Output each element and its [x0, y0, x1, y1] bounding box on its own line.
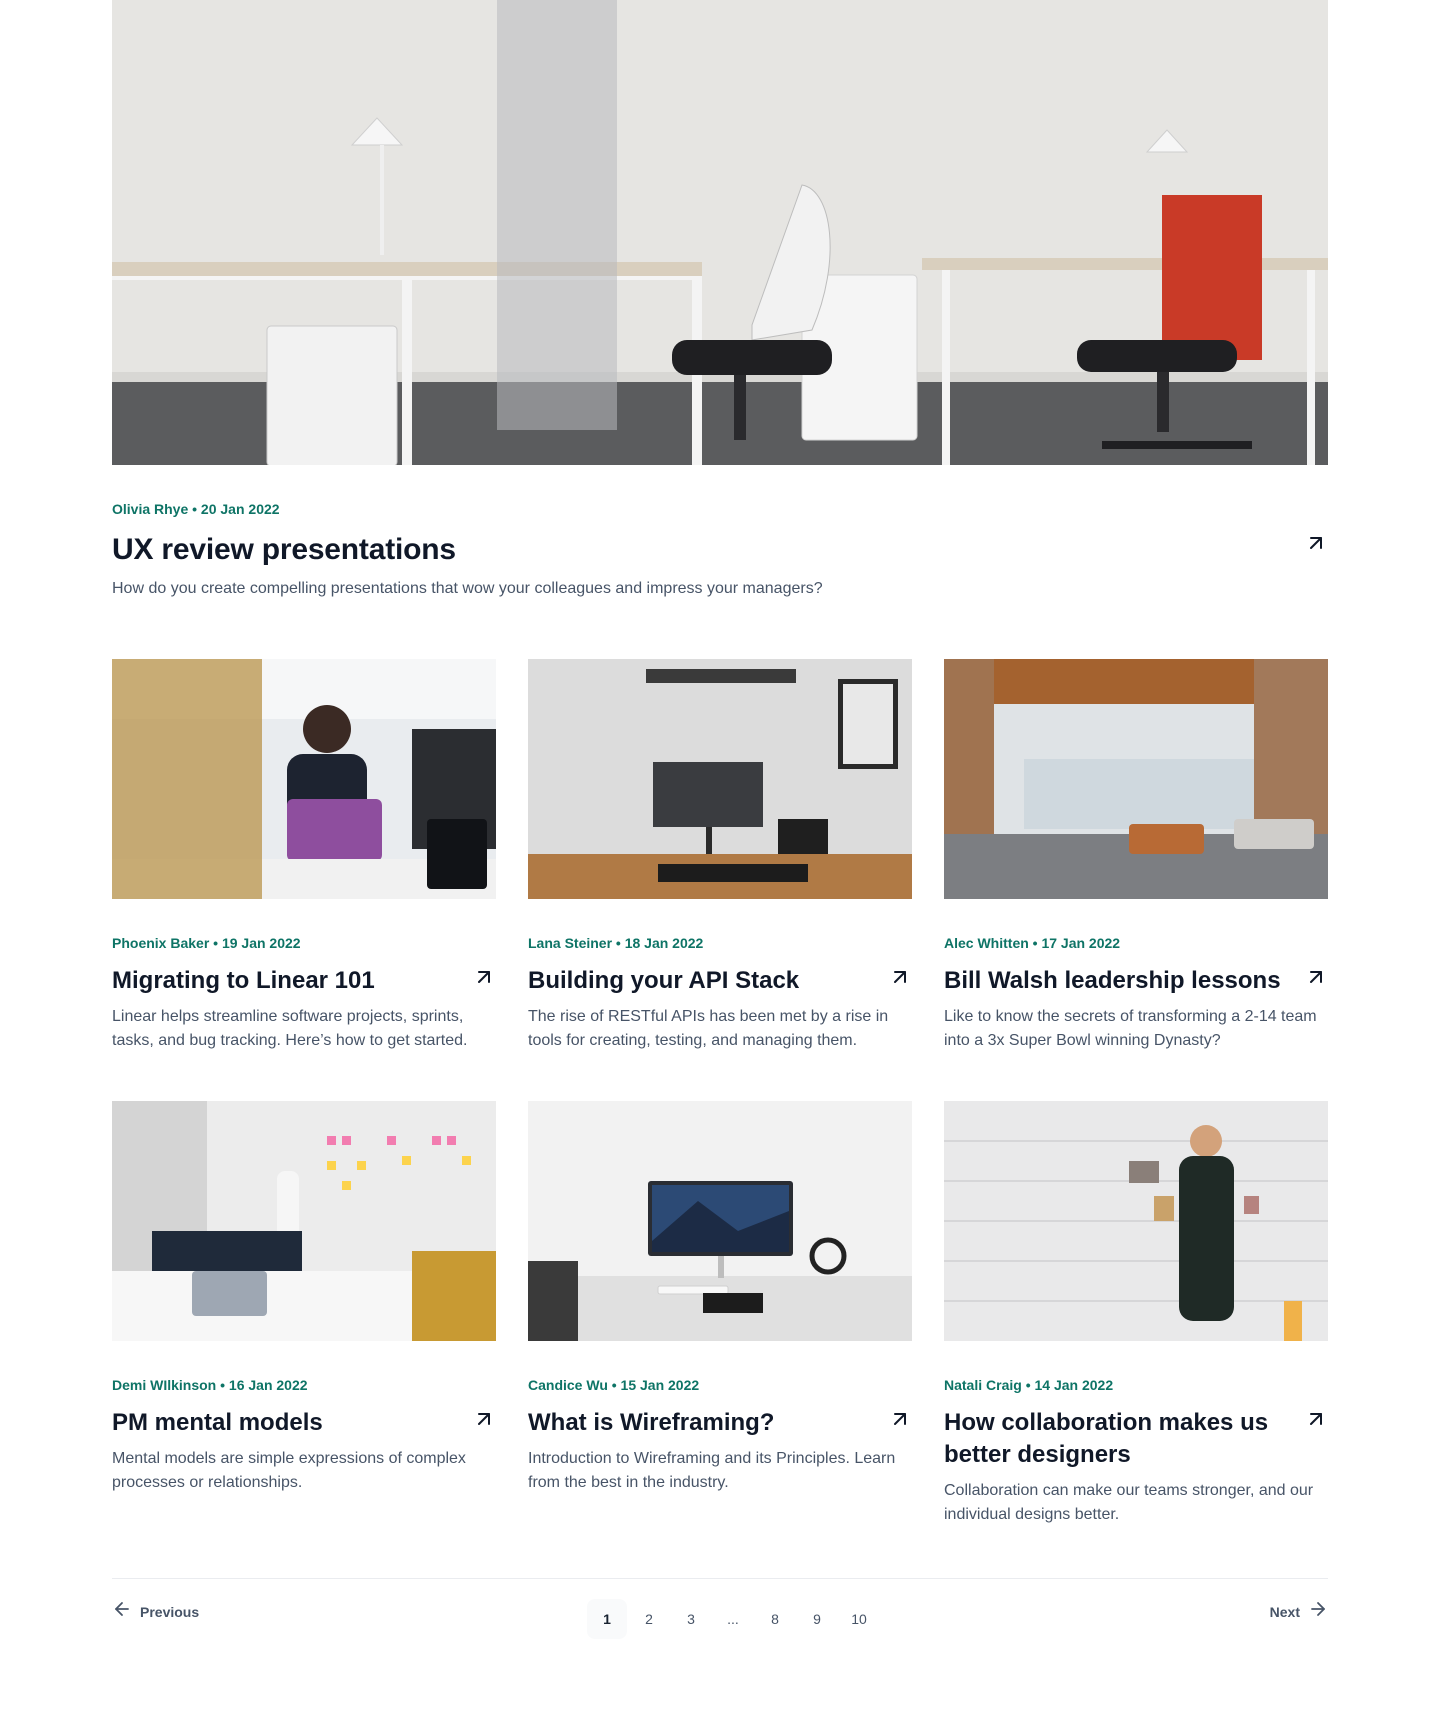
post-description: Introduction to Wireframing and its Prin…: [528, 1450, 896, 1491]
post-card-image[interactable]: [112, 659, 496, 899]
next-label: Next: [1269, 1603, 1300, 1620]
post-card-image[interactable]: [944, 659, 1328, 899]
post-meta: Phoenix Baker • 19 Jan 2022: [112, 935, 301, 951]
previous-button[interactable]: Previous: [112, 1599, 199, 1624]
featured-post-description: How do you create compelling presentatio…: [112, 580, 823, 597]
post-description: Mental models are simple expressions of …: [112, 1450, 466, 1491]
page-2[interactable]: 2: [629, 1599, 669, 1639]
post-title[interactable]: PM mental models: [112, 1407, 323, 1439]
post-title[interactable]: Migrating to Linear 101: [112, 965, 375, 997]
post-card-image[interactable]: [528, 1101, 912, 1341]
post-header: PM mental models: [112, 1407, 496, 1439]
featured-post-meta: Olivia Rhye • 20 Jan 2022: [112, 501, 280, 517]
post-title[interactable]: Bill Walsh leadership lessons: [944, 965, 1281, 997]
arrow-up-right-icon[interactable]: [1304, 531, 1328, 555]
arrow-up-right-icon[interactable]: [1304, 965, 1328, 989]
post-meta: Natali Craig • 14 Jan 2022: [944, 1377, 1114, 1393]
post-grid: Phoenix Baker • 19 Jan 2022 Migrating to…: [112, 659, 1328, 1527]
next-button[interactable]: Next: [1270, 1599, 1328, 1624]
post-card-image[interactable]: [528, 659, 912, 899]
page-8[interactable]: 8: [755, 1599, 795, 1639]
post-meta: Alec Whitten • 17 Jan 2022: [944, 935, 1121, 951]
arrow-left-icon: [112, 1599, 132, 1624]
post-header: What is Wireframing?: [528, 1407, 912, 1439]
post-title[interactable]: Building your API Stack: [528, 965, 799, 997]
post-meta: Lana Steiner • 18 Jan 2022: [528, 935, 704, 951]
post-description: Like to know the secrets of transforming…: [944, 1008, 1317, 1049]
post-card[interactable]: Alec Whitten • 17 Jan 2022 Bill Walsh le…: [944, 659, 1328, 1053]
post-card-image[interactable]: [944, 1101, 1328, 1341]
page-ellipsis: ...: [727, 1611, 739, 1627]
pagination: Previous 1 2 3 ... 8 9 10 Next: [112, 1578, 1328, 1639]
post-header: How collaboration makes us better design…: [944, 1407, 1328, 1471]
post-card[interactable]: Natali Craig • 14 Jan 2022 How collabora…: [944, 1101, 1328, 1527]
post-title[interactable]: How collaboration makes us better design…: [944, 1407, 1288, 1471]
post-description: The rise of RESTful APIs has been met by…: [528, 1008, 889, 1049]
post-card[interactable]: Phoenix Baker • 19 Jan 2022 Migrating to…: [112, 659, 496, 1053]
page-3[interactable]: 3: [671, 1599, 711, 1639]
previous-label: Previous: [140, 1603, 200, 1620]
arrow-up-right-icon[interactable]: [888, 1407, 912, 1431]
post-header: Building your API Stack: [528, 965, 912, 997]
post-meta: Candice Wu • 15 Jan 2022: [528, 1377, 700, 1393]
page-9[interactable]: 9: [797, 1599, 837, 1639]
post-card[interactable]: Demi WIlkinson • 16 Jan 2022 PM mental m…: [112, 1101, 496, 1527]
arrow-up-right-icon[interactable]: [472, 1407, 496, 1431]
arrow-up-right-icon[interactable]: [888, 965, 912, 989]
post-description: Collaboration can make our teams stronge…: [944, 1482, 1314, 1523]
post-description: Linear helps streamline software project…: [112, 1008, 468, 1049]
arrow-up-right-icon[interactable]: [1304, 1407, 1328, 1431]
page-1[interactable]: 1: [587, 1599, 627, 1639]
post-card[interactable]: Lana Steiner • 18 Jan 2022 Building your…: [528, 659, 912, 1053]
arrow-up-right-icon[interactable]: [472, 965, 496, 989]
post-header: Migrating to Linear 101: [112, 965, 496, 997]
page-10[interactable]: 10: [839, 1599, 879, 1639]
post-card[interactable]: Candice Wu • 15 Jan 2022 What is Wirefra…: [528, 1101, 912, 1527]
arrow-right-icon: [1308, 1599, 1328, 1624]
post-card-image[interactable]: [112, 1101, 496, 1341]
page-numbers: 1 2 3 ... 8 9 10: [587, 1599, 879, 1639]
featured-post-title[interactable]: UX review presentations: [112, 531, 456, 569]
post-meta: Demi WIlkinson • 16 Jan 2022: [112, 1377, 308, 1393]
post-header: Bill Walsh leadership lessons: [944, 965, 1328, 997]
post-title[interactable]: What is Wireframing?: [528, 1407, 774, 1439]
featured-post: Olivia Rhye • 20 Jan 2022 UX review pres…: [112, 0, 1328, 601]
featured-post-header: UX review presentations: [112, 531, 1328, 569]
featured-post-image[interactable]: [112, 0, 1328, 465]
